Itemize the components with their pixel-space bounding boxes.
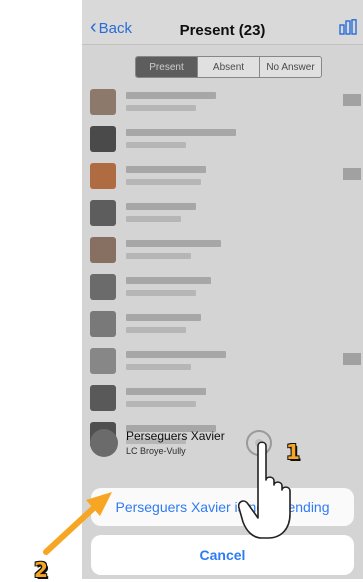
step-2-marker: 2 [34, 558, 48, 582]
step-1-marker: 1 [286, 440, 300, 464]
mark-not-attending-button[interactable]: Perseguers Xavier is not attending [91, 488, 354, 526]
phone-screen: ‹ Back Present (23) Present Absent No An… [82, 0, 363, 579]
cancel-button[interactable]: Cancel [91, 535, 354, 575]
arrow-icon [43, 492, 112, 555]
